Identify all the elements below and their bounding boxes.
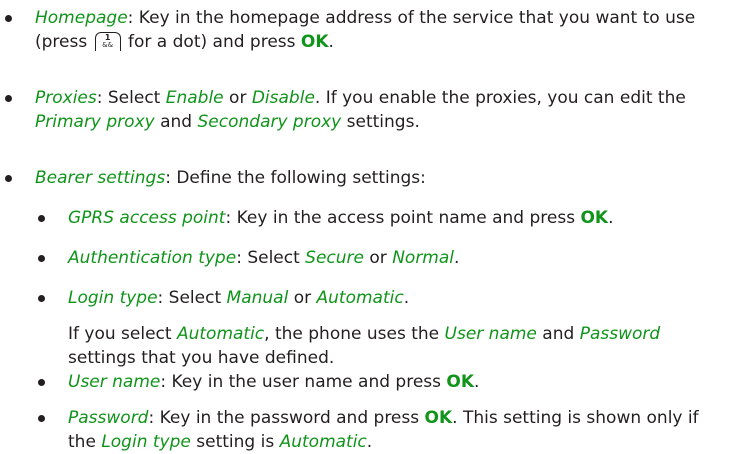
term-proxies: Proxies [35,88,97,108]
bullet [5,95,12,102]
list-item-password: Password: Key in the password and press … [38,406,722,454]
bullet [5,175,12,182]
ok-label: OK [580,208,609,228]
list-item-gprs-access-point: GPRS access point: Key in the access poi… [38,206,722,230]
ok-label: OK [424,408,453,428]
term-login-type: Login type [68,288,158,308]
term-homepage: Homepage [35,8,128,28]
bullet [38,295,45,302]
list-item-proxies: Proxies: Select Enable or Disable. If yo… [5,86,722,134]
bullet [38,415,45,422]
login-type-note: If you select Automatic, the phone uses … [68,324,661,368]
term-user-name: User name [68,372,161,392]
list-item-bearer-settings: Bearer settings: Define the following se… [5,166,722,190]
list-item-authentication-type: Authentication type: Select Secure or No… [38,246,722,270]
term-password: Password [68,408,149,428]
term-gprs-access-point: GPRS access point [68,208,226,228]
term-authentication-type: Authentication type [68,248,237,268]
bullet [5,15,12,22]
key-1-icon: 1 && [94,32,121,51]
ok-label: OK [300,32,329,52]
list-item-user-name: User name: Key in the user name and pres… [38,370,722,394]
list-item-login-type: Login type: Select Manual or Automatic. [38,286,722,310]
term-bearer-settings: Bearer settings [35,168,166,188]
bullet [38,255,45,262]
bullet [38,215,45,222]
list-item-homepage: Homepage: Key in the homepage address of… [5,6,722,54]
ok-label: OK [446,372,475,392]
bullet [38,379,45,386]
